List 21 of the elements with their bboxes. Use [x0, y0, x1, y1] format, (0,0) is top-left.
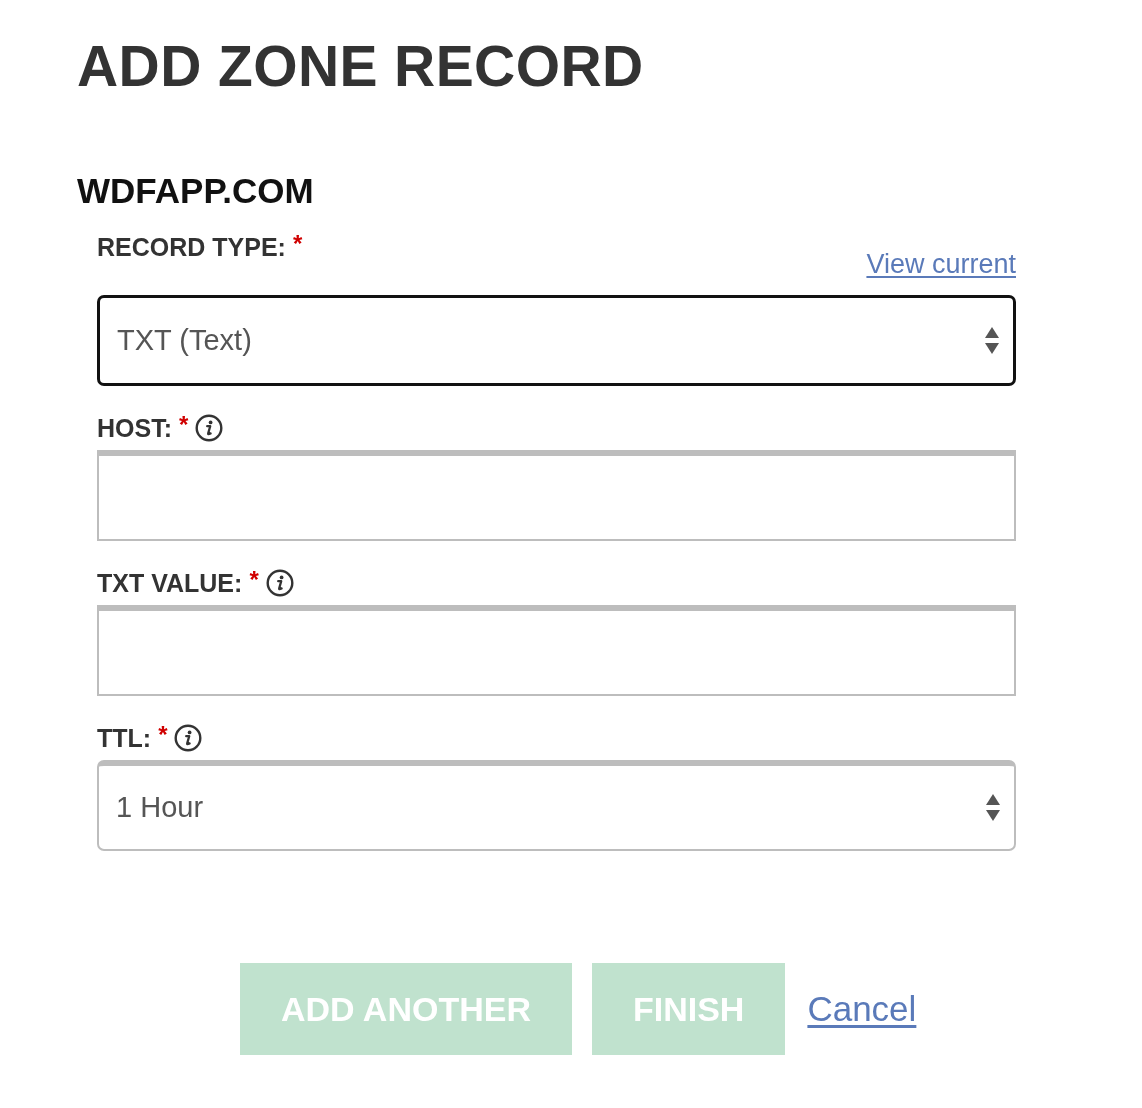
input-field[interactable] — [97, 450, 1016, 541]
required-asterisk: * — [292, 230, 303, 258]
info-icon[interactable] — [174, 724, 203, 752]
field-label: TTL: — [97, 724, 152, 752]
cancel-link[interactable]: Cancel — [807, 989, 917, 1029]
field-label: RECORD TYPE: — [97, 233, 286, 261]
dropdown-field[interactable]: TXT (Text) — [97, 295, 1016, 386]
field-label: TXT VALUE: — [97, 569, 243, 597]
required-asterisk: * — [158, 721, 168, 749]
field-label: HOST: — [97, 414, 172, 442]
info-icon[interactable] — [265, 569, 294, 597]
up-down-arrows-icon — [985, 326, 999, 355]
info-icon[interactable] — [195, 414, 224, 442]
input-field[interactable] — [97, 605, 1016, 696]
required-asterisk: * — [249, 566, 259, 594]
view-current-link[interactable]: View current — [866, 249, 1016, 279]
domain-name: WDFAPP.COM — [77, 171, 314, 211]
up-down-arrows-icon — [986, 793, 1000, 822]
dropdown-field[interactable]: 1 Hour — [97, 760, 1016, 851]
required-asterisk: * — [179, 411, 189, 439]
page-title: ADD ZONE RECORD — [77, 33, 644, 100]
